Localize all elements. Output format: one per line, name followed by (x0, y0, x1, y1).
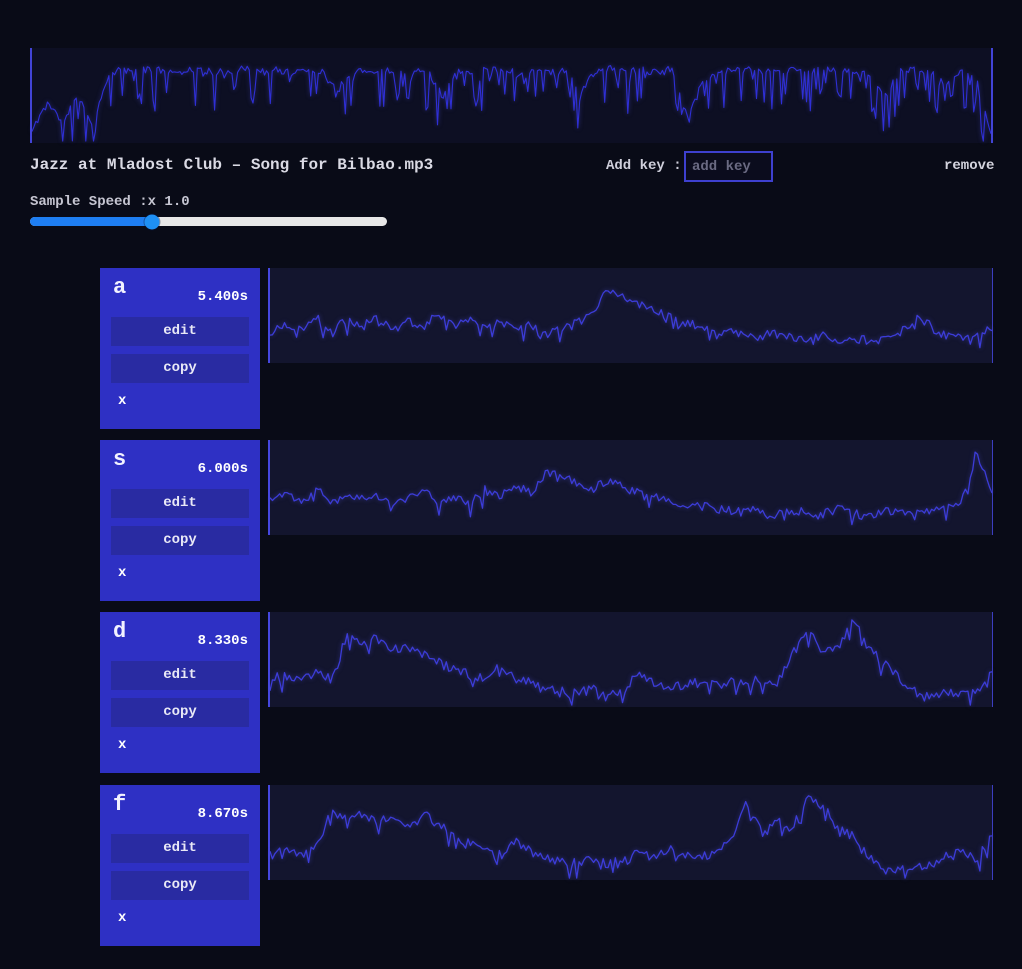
add-key-input[interactable] (684, 151, 773, 182)
slider-fill (30, 217, 153, 226)
delete-sample-button[interactable]: x (118, 393, 126, 409)
delete-sample-button[interactable]: x (118, 910, 126, 926)
edit-button[interactable]: edit (111, 489, 249, 518)
sample-waveform-panel[interactable] (268, 785, 993, 880)
sample-speed-label: Sample Speed :x 1.0 (30, 194, 190, 210)
edit-button[interactable]: edit (111, 317, 249, 346)
master-waveform-panel[interactable] (30, 48, 993, 143)
master-waveform (32, 65, 991, 142)
sample-duration: 6.000s (197, 461, 248, 477)
slider-thumb[interactable] (144, 214, 160, 229)
sample-duration: 8.330s (197, 633, 248, 649)
sample-card-f: f 8.670s edit copy x (100, 785, 260, 946)
sample-key: f (113, 792, 127, 817)
sample-key: s (113, 447, 127, 472)
sample-waveform (270, 289, 992, 349)
copy-button[interactable]: copy (111, 698, 249, 727)
sample-key: d (113, 619, 127, 644)
sample-waveform (270, 451, 992, 526)
sample-waveform-panel[interactable] (268, 440, 993, 535)
copy-button[interactable]: copy (111, 354, 249, 383)
track-title: Jazz at Mladost Club – Song for Bilbao.m… (30, 156, 434, 174)
copy-button[interactable]: copy (111, 871, 249, 900)
edit-button[interactable]: edit (111, 834, 249, 863)
sample-card-s: s 6.000s edit copy x (100, 440, 260, 601)
sample-waveform (270, 619, 992, 706)
remove-button[interactable]: remove (944, 158, 994, 174)
edit-button[interactable]: edit (111, 661, 249, 690)
sample-duration: 8.670s (197, 806, 248, 822)
sample-row: f 8.670s edit copy x (0, 785, 1022, 946)
delete-sample-button[interactable]: x (118, 737, 126, 753)
delete-sample-button[interactable]: x (118, 565, 126, 581)
sample-row: a 5.400s edit copy x (0, 268, 1022, 429)
copy-button[interactable]: copy (111, 526, 249, 555)
add-key-label: Add key : (606, 158, 682, 174)
sample-duration: 5.400s (197, 289, 248, 305)
sampler-app: Jazz at Mladost Club – Song for Bilbao.m… (0, 0, 1022, 969)
sample-card-a: a 5.400s edit copy x (100, 268, 260, 429)
sample-key: a (113, 275, 127, 300)
sample-waveform (270, 795, 992, 879)
sample-waveform-panel[interactable] (268, 612, 993, 707)
sample-waveform-panel[interactable] (268, 268, 993, 363)
sample-row: s 6.000s edit copy x (0, 440, 1022, 601)
sample-card-d: d 8.330s edit copy x (100, 612, 260, 773)
sample-row: d 8.330s edit copy x (0, 612, 1022, 773)
sample-speed-slider[interactable] (30, 214, 387, 229)
